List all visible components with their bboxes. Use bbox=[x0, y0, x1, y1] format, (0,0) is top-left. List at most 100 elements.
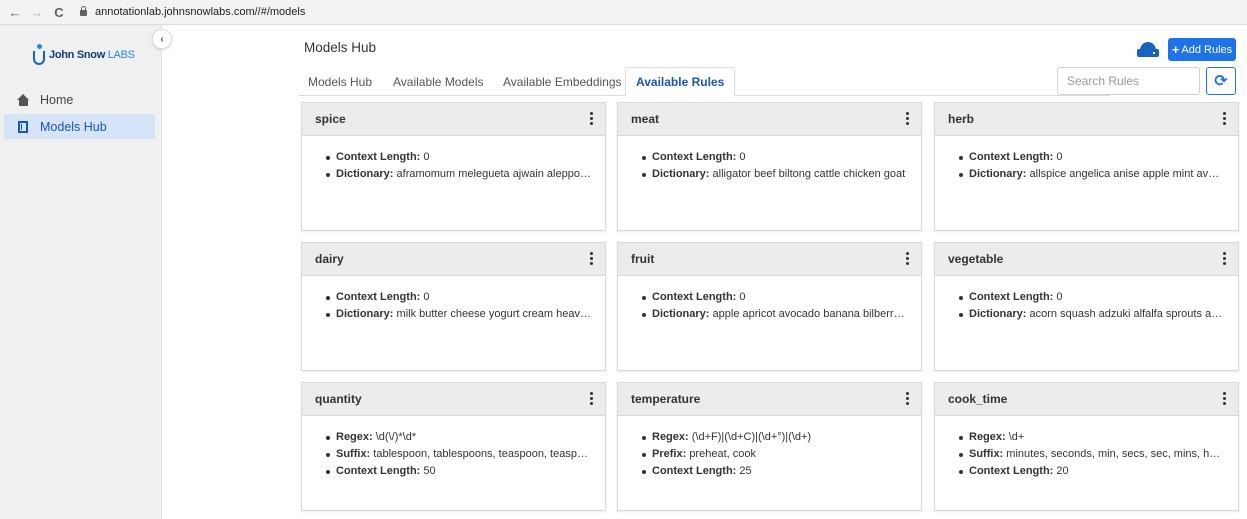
rule-card-header: temperature bbox=[618, 383, 921, 416]
rule-field-value: allspice angelica anise apple mint avoca… bbox=[1029, 168, 1224, 180]
rule-field-key: Regex: bbox=[652, 431, 689, 443]
rule-card-body: Context Length: 0 Dictionary: alligator b… bbox=[618, 136, 921, 183]
rule-field-value: alligator beef biltong cattle chicken go… bbox=[712, 168, 906, 180]
sidebar-collapse-button[interactable]: ‹ bbox=[152, 29, 172, 49]
models-hub-tabs: Models Hub Available Models Available Em… bbox=[298, 67, 1110, 97]
add-rules-label: Add Rules bbox=[1181, 43, 1233, 56]
kebab-menu-icon[interactable] bbox=[1220, 112, 1228, 127]
tab-models-hub[interactable]: Models Hub bbox=[298, 67, 382, 96]
search-rules-input[interactable] bbox=[1057, 67, 1200, 95]
rule-field-value: 50 bbox=[423, 465, 436, 477]
rule-field-key: Prefix: bbox=[652, 448, 687, 460]
kebab-menu-icon[interactable] bbox=[587, 392, 595, 407]
rule-card-title: herb bbox=[948, 112, 975, 126]
rule-card-body: Context Length: 0 Dictionary: acorn squas… bbox=[935, 276, 1238, 323]
rule-field-key: Context Length: bbox=[652, 151, 737, 163]
logo-mark-icon bbox=[32, 44, 46, 66]
rule-card-herb: herb Context Length: 0 Dictionary: allspic… bbox=[934, 102, 1239, 231]
logo-text: John Snow LABS bbox=[49, 49, 135, 61]
rule-field-key: Context Length: bbox=[969, 151, 1054, 163]
address-bar[interactable]: annotationlab.johnsnowlabs.com//#/models bbox=[80, 6, 305, 18]
rule-card-title: dairy bbox=[315, 252, 344, 266]
rule-field-value: tablespoon, tablespoons, teaspoon, teasp… bbox=[373, 448, 591, 460]
sidebar-item-models-hub[interactable]: Models Hub bbox=[4, 114, 155, 139]
refresh-button[interactable]: ⟳ bbox=[1206, 67, 1236, 95]
rule-field: Dictionary: acorn squash adzuki alfalfa … bbox=[957, 306, 1224, 323]
rule-field-key: Dictionary: bbox=[336, 168, 394, 180]
rule-field-value: 25 bbox=[739, 465, 752, 477]
rule-field: Context Length: 0 bbox=[640, 289, 907, 306]
rule-field: Regex: (\d+F)|(\d+C)|(\d+°)|(\d+) bbox=[640, 429, 907, 446]
browser-toolbar: ← → C annotationlab.johnsnowlabs.com//#/… bbox=[0, 0, 1247, 25]
cloud-storage-icon[interactable] bbox=[1137, 42, 1159, 57]
rule-field-key: Context Length: bbox=[969, 291, 1054, 303]
rule-field-value: 0 bbox=[739, 291, 746, 303]
rule-card-body: Context Length: 0 Dictionary: milk butter… bbox=[302, 276, 605, 323]
rule-card-title: cook_time bbox=[948, 392, 1008, 406]
reload-icon[interactable]: C bbox=[48, 5, 70, 20]
tab-available-models[interactable]: Available Models bbox=[383, 67, 494, 96]
rule-card-header: quantity bbox=[302, 383, 605, 416]
rule-field-key: Context Length: bbox=[336, 291, 421, 303]
sidebar-item-label: Home bbox=[40, 92, 74, 107]
sidebar-item-label: Models Hub bbox=[40, 119, 107, 134]
rule-card-body: Regex: \d(\/)*\d* Suffix: tablespoon, tab… bbox=[302, 416, 605, 480]
rule-card-dairy: dairy Context Length: 0 Dictionary: milk b… bbox=[301, 242, 606, 371]
rule-field-value: aframomum melegueta ajwain aleppo pepper bbox=[396, 168, 591, 180]
rule-field: Context Length: 25 bbox=[640, 463, 907, 480]
rule-field: Dictionary: alligator beef biltong cattl… bbox=[640, 166, 907, 183]
rule-card-body: Context Length: 0 Dictionary: apple apric… bbox=[618, 276, 921, 323]
rule-card-fruit: fruit Context Length: 0 Dictionary: apple … bbox=[617, 242, 922, 371]
kebab-menu-icon[interactable] bbox=[587, 112, 595, 127]
home-icon bbox=[16, 93, 30, 107]
tab-available-embeddings[interactable]: Available Embeddings bbox=[493, 67, 632, 96]
rule-field-value: (\d+F)|(\d+C)|(\d+°)|(\d+) bbox=[691, 431, 812, 443]
rule-field-key: Regex: bbox=[336, 431, 373, 443]
rule-field-value: acorn squash adzuki alfalfa sprouts arti… bbox=[1029, 308, 1224, 320]
rule-field-key: Dictionary: bbox=[652, 308, 710, 320]
rule-field-value: 0 bbox=[423, 291, 430, 303]
rule-field-value: apple apricot avocado banana bilberry bl… bbox=[712, 308, 907, 320]
rule-field-key: Context Length: bbox=[336, 151, 421, 163]
rule-card-title: temperature bbox=[631, 392, 701, 406]
john-snow-labs-logo[interactable]: John Snow LABS bbox=[32, 44, 135, 66]
tab-available-rules[interactable]: Available Rules bbox=[625, 67, 736, 97]
rule-field: Suffix: minutes, seconds, min, secs, sec… bbox=[957, 446, 1224, 463]
rule-card-header: herb bbox=[935, 103, 1238, 136]
sidebar-item-home[interactable]: Home bbox=[4, 87, 155, 112]
rule-field-value: preheat, cook bbox=[689, 448, 756, 460]
rule-field: Dictionary: milk butter cheese yogurt cr… bbox=[324, 306, 591, 323]
add-rules-button[interactable]: + Add Rules bbox=[1168, 38, 1236, 61]
lock-icon bbox=[80, 6, 87, 16]
rule-field-key: Context Length: bbox=[969, 465, 1054, 477]
rule-field-key: Context Length: bbox=[336, 465, 421, 477]
kebab-menu-icon[interactable] bbox=[903, 252, 911, 267]
rule-field-value: minutes, seconds, min, secs, sec, mins, … bbox=[1006, 448, 1224, 460]
rule-field: Suffix: tablespoon, tablespoons, teaspoo… bbox=[324, 446, 591, 463]
rule-field: Prefix: preheat, cook bbox=[640, 446, 907, 463]
page-title: Models Hub bbox=[304, 40, 377, 55]
kebab-menu-icon[interactable] bbox=[1220, 252, 1228, 267]
back-arrow-icon[interactable]: ← bbox=[4, 5, 26, 20]
kebab-menu-icon[interactable] bbox=[587, 252, 595, 267]
rule-field: Context Length: 0 bbox=[640, 149, 907, 166]
rule-field: Dictionary: aframomum melegueta ajwain a… bbox=[324, 166, 591, 183]
rule-field: Context Length: 0 bbox=[957, 289, 1224, 306]
rule-field-key: Suffix: bbox=[336, 448, 371, 460]
rule-card-temperature: temperature Regex: (\d+F)|(\d+C)|(\d+°)|(… bbox=[617, 382, 922, 511]
rule-field: Dictionary: allspice angelica anise appl… bbox=[957, 166, 1224, 183]
rule-card-title: spice bbox=[315, 112, 346, 126]
rule-card-cook-time: cook_time Regex: \d+ Suffix: minutes, seco… bbox=[934, 382, 1239, 511]
rule-field: Context Length: 0 bbox=[324, 149, 591, 166]
rule-card-title: meat bbox=[631, 112, 660, 126]
kebab-menu-icon[interactable] bbox=[903, 392, 911, 407]
rule-card-quantity: quantity Regex: \d(\/)*\d* Suffix: tablesp… bbox=[301, 382, 606, 511]
rule-field-key: Dictionary: bbox=[969, 308, 1027, 320]
rule-field: Context Length: 0 bbox=[324, 289, 591, 306]
rule-card-title: vegetable bbox=[948, 252, 1004, 266]
kebab-menu-icon[interactable] bbox=[1220, 392, 1228, 407]
rule-field-key: Regex: bbox=[969, 431, 1006, 443]
sidebar: John Snow LABS Home Models Hub bbox=[0, 25, 162, 519]
forward-arrow-icon[interactable]: → bbox=[26, 5, 48, 20]
kebab-menu-icon[interactable] bbox=[903, 112, 911, 127]
